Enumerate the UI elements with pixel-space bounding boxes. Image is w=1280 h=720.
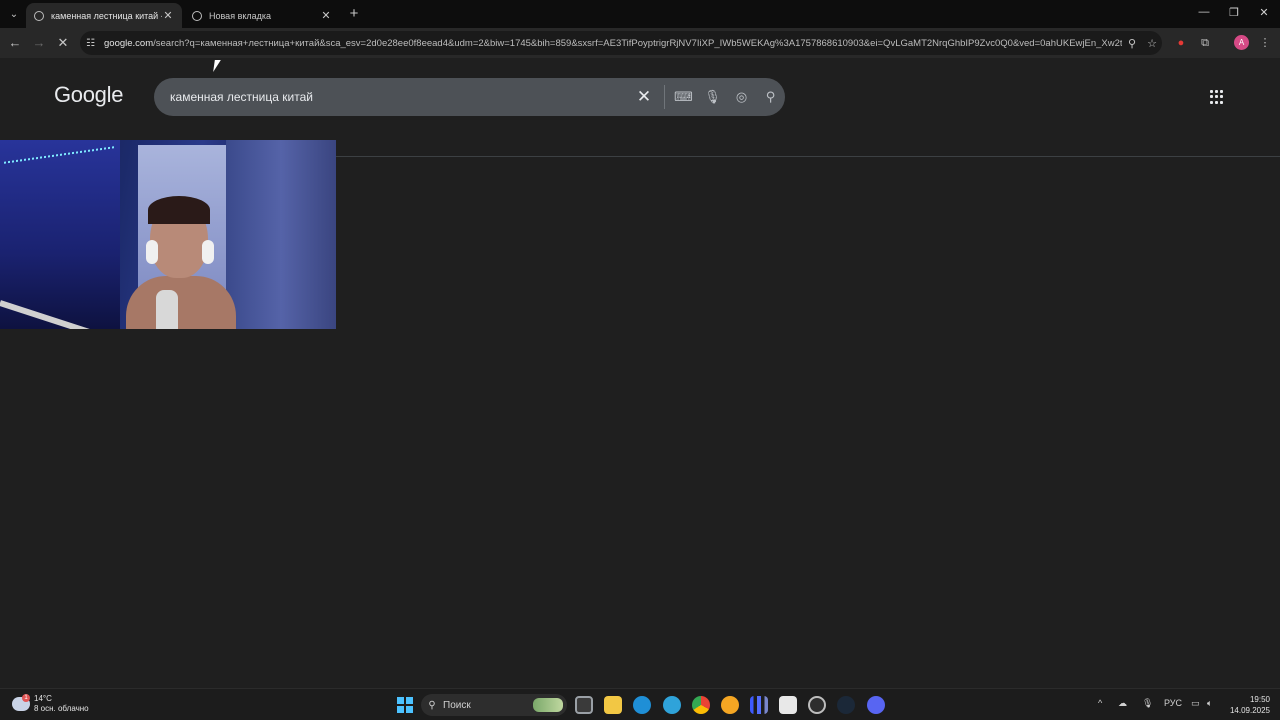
taskbar-search[interactable]: ⚲ Поиск xyxy=(421,694,567,716)
url-host: google.com xyxy=(104,37,154,49)
webcam-person xyxy=(126,196,236,329)
new-tab-plus-icon[interactable]: + xyxy=(346,6,362,22)
task-view-icon[interactable] xyxy=(575,696,593,714)
loading-favicon-icon xyxy=(34,10,44,21)
bar-stats-icon[interactable] xyxy=(750,696,768,714)
file-explorer-icon[interactable] xyxy=(604,696,622,714)
keyboard-icon[interactable]: ⌨ xyxy=(669,89,698,105)
telegram-icon[interactable] xyxy=(663,696,681,714)
profile-avatar[interactable]: A xyxy=(1234,35,1249,50)
stop-loading-icon[interactable]: ✕ xyxy=(54,34,72,52)
chrome-favicon-icon xyxy=(192,10,202,21)
taskbar-search-label: Поиск xyxy=(443,699,471,711)
search-icon: ⚲ xyxy=(428,699,436,711)
discord-icon[interactable] xyxy=(867,696,885,714)
forward-arrow-icon[interactable]: → xyxy=(30,34,48,52)
site-info-icon[interactable]: ☷ xyxy=(86,38,100,49)
clear-search-icon[interactable]: ✕ xyxy=(628,87,660,107)
tab-search-chevron-icon[interactable]: ⌄ xyxy=(5,5,23,23)
language-indicator[interactable]: РУС xyxy=(1164,698,1182,708)
obs-icon[interactable] xyxy=(808,696,826,714)
steam-icon[interactable] xyxy=(837,696,855,714)
cloud-icon: 1 xyxy=(12,694,30,711)
tab-google-search[interactable]: каменная лестница китай - По ✕ xyxy=(26,3,182,28)
weather-desc: 8 осн. облачно xyxy=(34,704,89,713)
tab-title: каменная лестница китай - По xyxy=(51,10,162,21)
tab-strip: ⌄ каменная лестница китай - По ✕ Новая в… xyxy=(0,0,1280,28)
search-divider xyxy=(664,85,665,109)
webcam-door xyxy=(226,140,336,329)
tab-close-icon[interactable]: ✕ xyxy=(162,9,174,22)
microphone-icon[interactable]: 🎙︎ xyxy=(698,89,727,105)
browser-toolbar: ← → ✕ ☷ google.com/search?q=каменная+лес… xyxy=(0,28,1280,58)
extensions-puzzle-icon[interactable]: ⧉ xyxy=(1196,34,1214,52)
address-bar[interactable]: ☷ google.com/search?q=каменная+лестница+… xyxy=(80,31,1162,55)
zoom-icon[interactable]: ⚲ xyxy=(1122,37,1142,50)
clock-date: 14.09.2025 xyxy=(1229,706,1270,715)
search-highlight-icon xyxy=(533,698,563,712)
windows-taskbar: 1 14°C 8 осн. облачно ⚲ Поиск ^ ☁ 🎙︎ РУС … xyxy=(0,688,1280,720)
extension-record-icon[interactable]: ● xyxy=(1172,34,1190,52)
volume-icon[interactable]: 🔈︎ xyxy=(1207,698,1212,709)
search-input[interactable]: каменная лестница китай xyxy=(154,90,628,104)
windows-start-icon[interactable] xyxy=(397,697,413,713)
tab-title: Новая вкладка xyxy=(209,10,272,21)
system-clock[interactable]: 19:50 14.09.2025 xyxy=(1224,694,1270,716)
weather-temp: 14°C xyxy=(34,694,52,703)
weather-badge: 1 xyxy=(22,694,30,702)
google-apps-grid-icon[interactable] xyxy=(1210,90,1224,104)
restore-icon[interactable]: ❐ xyxy=(1226,6,1242,19)
google-logo[interactable]: Google xyxy=(54,82,123,108)
camera-lens-icon[interactable]: ◎ xyxy=(727,89,756,105)
document-app-icon[interactable] xyxy=(779,696,797,714)
tab-new-tab[interactable]: Новая вкладка ✕ xyxy=(184,3,340,28)
url-path: /search?q=каменная+лестница+китай&sca_es… xyxy=(153,37,1122,49)
tray-microphone-icon[interactable]: 🎙︎ xyxy=(1142,698,1153,709)
webcam-overlay xyxy=(0,140,336,329)
tray-chevron-icon[interactable]: ^ xyxy=(1098,698,1102,708)
back-arrow-icon[interactable]: ← xyxy=(6,34,24,52)
url-text[interactable]: google.com/search?q=каменная+лестница+ки… xyxy=(100,38,1122,49)
mouse-cursor-icon xyxy=(213,60,221,72)
window-close-icon[interactable]: ✕ xyxy=(1256,6,1272,19)
tray-app-icon[interactable]: ☁ xyxy=(1118,698,1127,709)
edge-icon[interactable] xyxy=(633,696,651,714)
yandex-app-icon[interactable] xyxy=(721,696,739,714)
bookmark-star-icon[interactable]: ☆ xyxy=(1142,37,1162,50)
search-icon[interactable]: ⚲ xyxy=(756,89,785,105)
weather-widget[interactable]: 1 14°C 8 осн. облачно xyxy=(12,694,89,714)
clock-time: 19:50 xyxy=(1249,695,1270,704)
tab-close-icon[interactable]: ✕ xyxy=(320,9,332,22)
minimize-icon[interactable]: — xyxy=(1196,6,1212,18)
chrome-icon[interactable] xyxy=(692,696,710,714)
search-box[interactable]: каменная лестница китай ✕ ⌨ 🎙︎ ◎ ⚲ xyxy=(154,78,785,116)
menu-kebab-icon[interactable]: ⋮ xyxy=(1256,34,1274,52)
network-icon[interactable]: ▭ xyxy=(1191,698,1200,709)
webcam-microphone xyxy=(156,290,178,329)
